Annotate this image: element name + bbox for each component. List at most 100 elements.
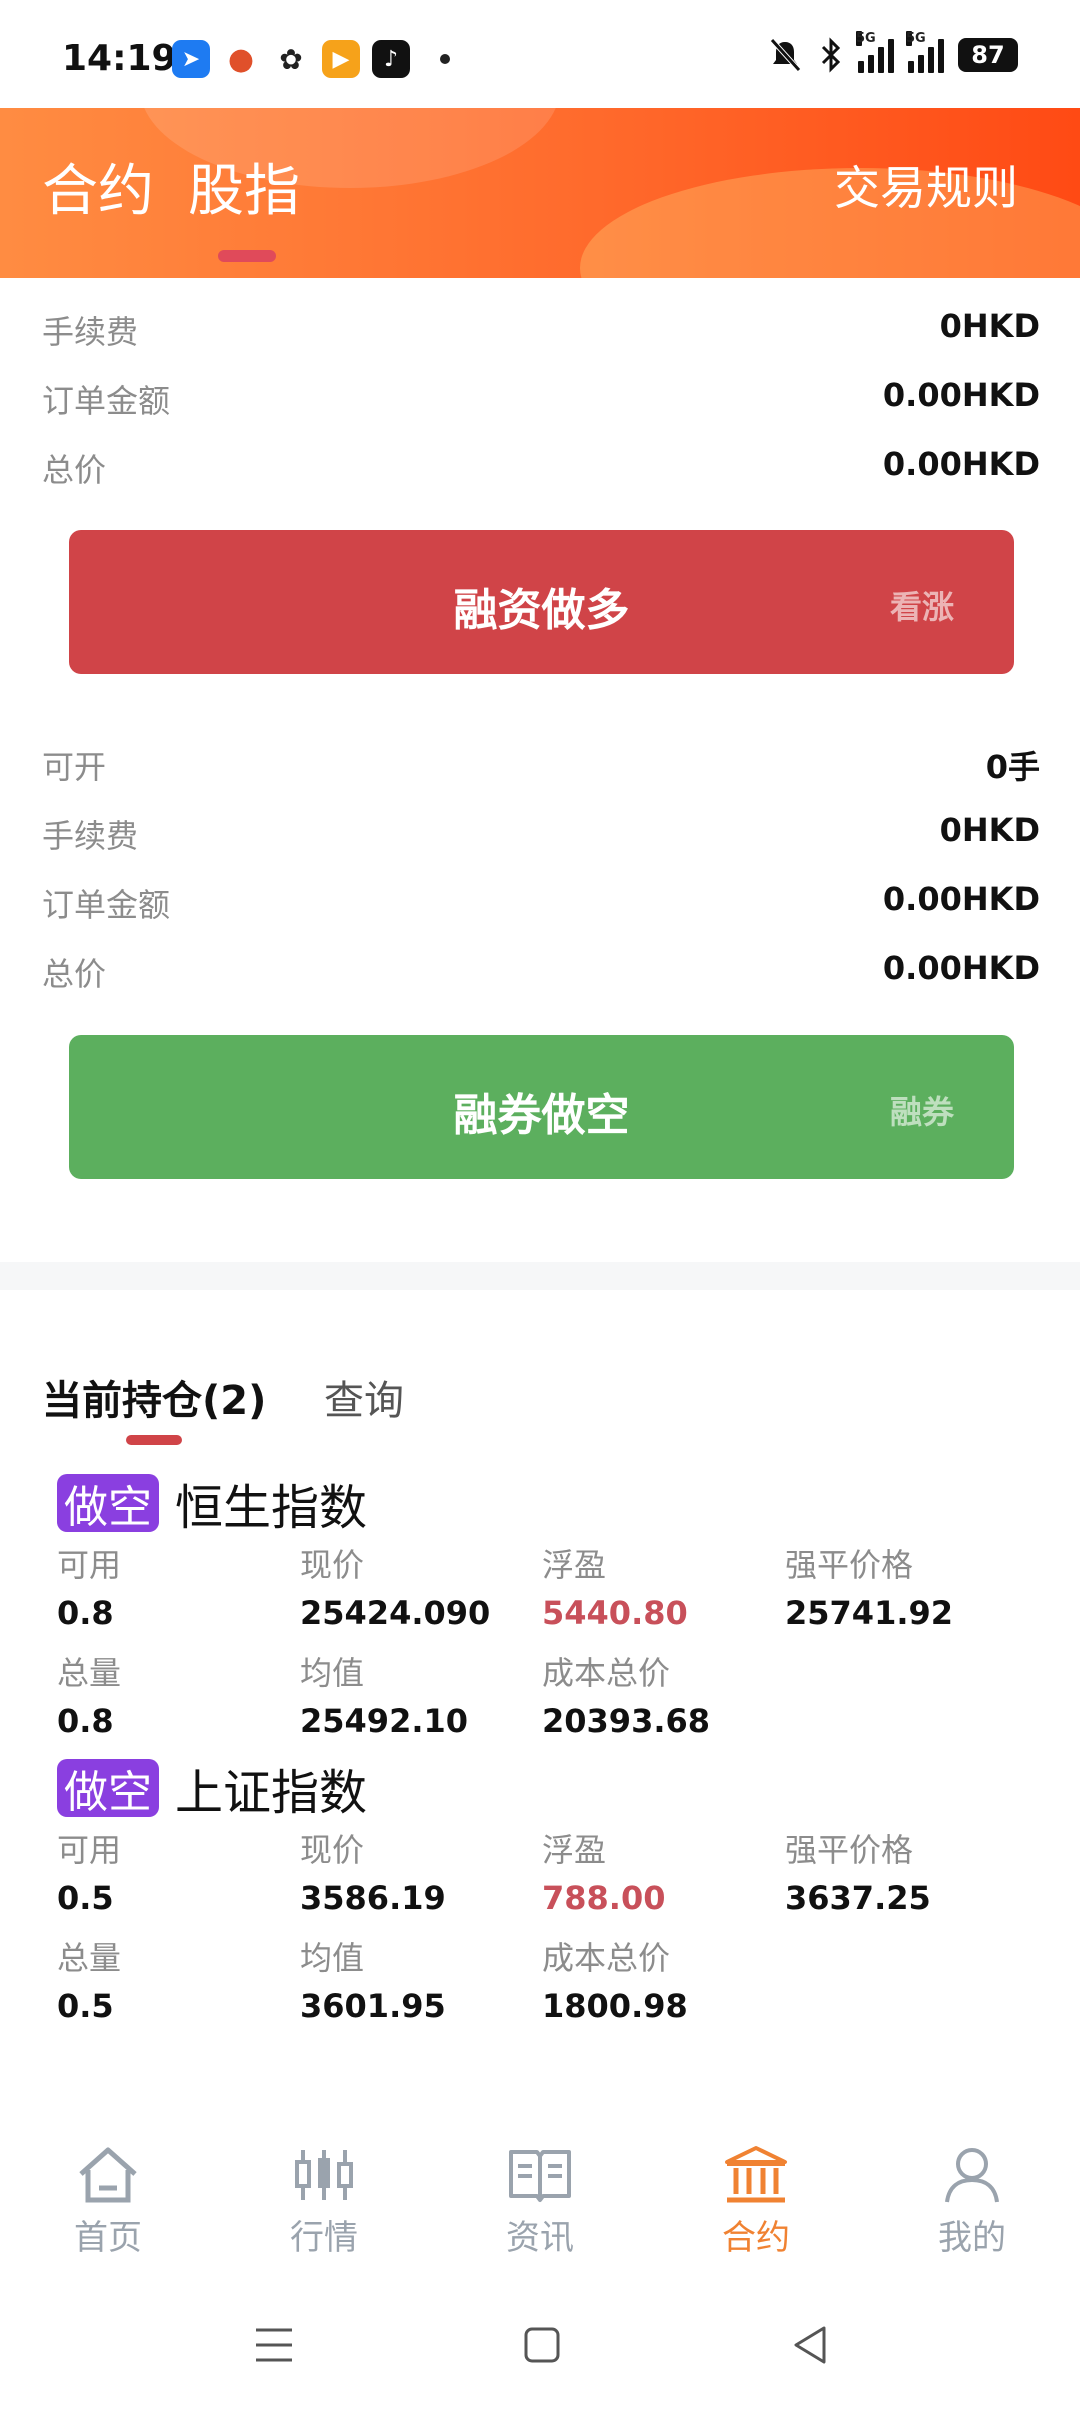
securities-lending-label: 融券	[889, 1093, 954, 1131]
row-label: 可开	[42, 748, 107, 786]
notification-muted-icon	[770, 38, 801, 72]
row-label: 总价	[42, 451, 107, 489]
row-value: 0HKD	[939, 811, 1040, 849]
sell-short-label: 融券做空	[453, 1090, 630, 1141]
nav-news[interactable]: 资讯	[465, 2144, 615, 2259]
system-navigation-bar	[0, 2300, 1080, 2412]
cell-signal-2-icon: 5G	[906, 31, 944, 73]
fee-row: 手续费 0HKD	[0, 799, 1080, 868]
total-price-row: 总价 0.00HKD	[0, 433, 1080, 502]
nav-label: 首页	[74, 2218, 142, 2258]
row-label: 手续费	[42, 817, 139, 855]
bank-icon	[725, 2146, 787, 2203]
row-label: 订单金额	[42, 886, 171, 924]
cell-signal-1-icon: 5G	[856, 31, 894, 73]
battery-indicator: 87	[958, 38, 1018, 72]
nav-profile[interactable]: 我的	[897, 2144, 1047, 2259]
back-icon[interactable]	[788, 2320, 832, 2370]
average-price-label: 均值	[300, 1654, 365, 1692]
total-quantity-label: 总量	[57, 1939, 122, 1977]
tab-stock-index[interactable]: 股指	[188, 146, 300, 227]
app-taobao-icon: ●	[222, 40, 260, 78]
cost-total-label: 成本总价	[542, 1939, 671, 1977]
current-price-value: 25424.090	[300, 1594, 491, 1632]
status-bar: 14:19 ➤ ● ✿ ▶ ♪ 5G 5G 87	[0, 0, 1080, 108]
bullish-label: 看涨	[889, 588, 954, 626]
home-icon	[79, 2147, 137, 2203]
available-label: 可用	[57, 1831, 122, 1869]
short-direction-badge: 做空	[57, 1759, 159, 1818]
short-order-summary: 可开 0手 手续费 0HKD 订单金额 0.00HKD 总价 0.00HKD	[0, 730, 1080, 1006]
status-app-icons: ➤ ● ✿ ▶ ♪	[172, 40, 450, 78]
cost-total-value: 20393.68	[542, 1702, 711, 1740]
current-price-label: 现价	[300, 1831, 365, 1869]
position-card[interactable]: 做空 恒生指数 可用 现价 浮盈 强平价格 0.8 25424.090 5440…	[0, 1468, 1080, 1748]
average-price-label: 均值	[300, 1939, 365, 1977]
row-value: 0.00HKD	[882, 376, 1040, 414]
total-quantity-value: 0.5	[57, 1987, 114, 2025]
average-price-value: 3601.95	[300, 1987, 446, 2025]
nav-home[interactable]: 首页	[33, 2144, 183, 2259]
row-label: 订单金额	[42, 382, 171, 420]
user-icon	[945, 2148, 999, 2203]
current-price-value: 3586.19	[300, 1879, 446, 1917]
available-lots-row: 可开 0手	[0, 730, 1080, 799]
floating-pnl-value: 5440.80	[542, 1594, 688, 1632]
more-notifications-icon	[440, 54, 450, 64]
tab-contract[interactable]: 合约	[42, 146, 154, 227]
nav-market[interactable]: 行情	[249, 2144, 399, 2259]
bluetooth-icon	[821, 37, 841, 73]
position-name: 恒生指数	[175, 1480, 368, 1536]
available-label: 可用	[57, 1546, 122, 1584]
sell-short-button[interactable]: 融券做空 融券	[69, 1035, 1014, 1179]
floating-pnl-label: 浮盈	[542, 1831, 607, 1869]
short-direction-badge: 做空	[57, 1474, 159, 1533]
position-name: 上证指数	[175, 1765, 368, 1821]
row-value: 0.00HKD	[882, 445, 1040, 483]
order-amount-row: 订单金额 0.00HKD	[0, 868, 1080, 937]
row-label: 手续费	[42, 313, 139, 351]
buy-long-button[interactable]: 融资做多 看涨	[69, 530, 1014, 674]
current-price-label: 现价	[300, 1546, 365, 1584]
available-value: 0.8	[57, 1594, 114, 1632]
row-value: 0.00HKD	[882, 949, 1040, 987]
floating-pnl-value: 788.00	[542, 1879, 666, 1917]
tab-query[interactable]: 查询	[324, 1368, 404, 1426]
row-label: 总价	[42, 955, 107, 993]
trading-rules-link[interactable]: 交易规则	[834, 152, 1018, 218]
floating-pnl-label: 浮盈	[542, 1546, 607, 1584]
tiktok-icon: ♪	[372, 40, 410, 78]
menu-icon[interactable]	[252, 2320, 296, 2370]
candlestick-icon	[295, 2150, 353, 2200]
long-order-summary: 手续费 0HKD 订单金额 0.00HKD 总价 0.00HKD	[0, 295, 1080, 502]
wechat-icon: ✿	[272, 40, 310, 78]
position-card[interactable]: 做空 上证指数 可用 现价 浮盈 强平价格 0.5 3586.19 788.00…	[0, 1753, 1080, 2033]
fee-row: 手续费 0HKD	[0, 295, 1080, 364]
order-amount-row: 订单金额 0.00HKD	[0, 364, 1080, 433]
section-divider	[0, 1262, 1080, 1290]
nav-label: 资讯	[506, 2218, 574, 2258]
nav-label: 行情	[290, 2218, 358, 2258]
bottom-nav: 首页 行情 资讯 合约 我的	[0, 2130, 1080, 2260]
status-indicators: 5G 5G 87	[766, 31, 1018, 74]
position-header: 做空 恒生指数	[57, 1468, 367, 1538]
liquidation-price-label: 强平价格	[785, 1546, 914, 1584]
cost-total-label: 成本总价	[542, 1654, 671, 1692]
header-bar: 合约 股指 交易规则	[0, 108, 1080, 278]
liquidation-price-value: 25741.92	[785, 1594, 954, 1632]
cost-total-value: 1800.98	[542, 1987, 688, 2025]
app-video-icon: ▶	[322, 40, 360, 78]
positions-tab-indicator	[126, 1435, 182, 1445]
total-quantity-label: 总量	[57, 1654, 122, 1692]
active-tab-indicator	[218, 250, 276, 262]
app-arrow-icon: ➤	[172, 40, 210, 78]
book-icon	[509, 2150, 571, 2202]
position-header: 做空 上证指数	[57, 1753, 367, 1823]
buy-long-label: 融资做多	[453, 585, 630, 636]
nav-contract[interactable]: 合约	[681, 2144, 831, 2259]
total-quantity-value: 0.8	[57, 1702, 114, 1740]
liquidation-price-value: 3637.25	[785, 1879, 931, 1917]
tab-current-positions[interactable]: 当前持仓(2)	[42, 1368, 266, 1426]
nav-label: 我的	[938, 2218, 1006, 2258]
home-square-icon[interactable]	[520, 2320, 564, 2370]
